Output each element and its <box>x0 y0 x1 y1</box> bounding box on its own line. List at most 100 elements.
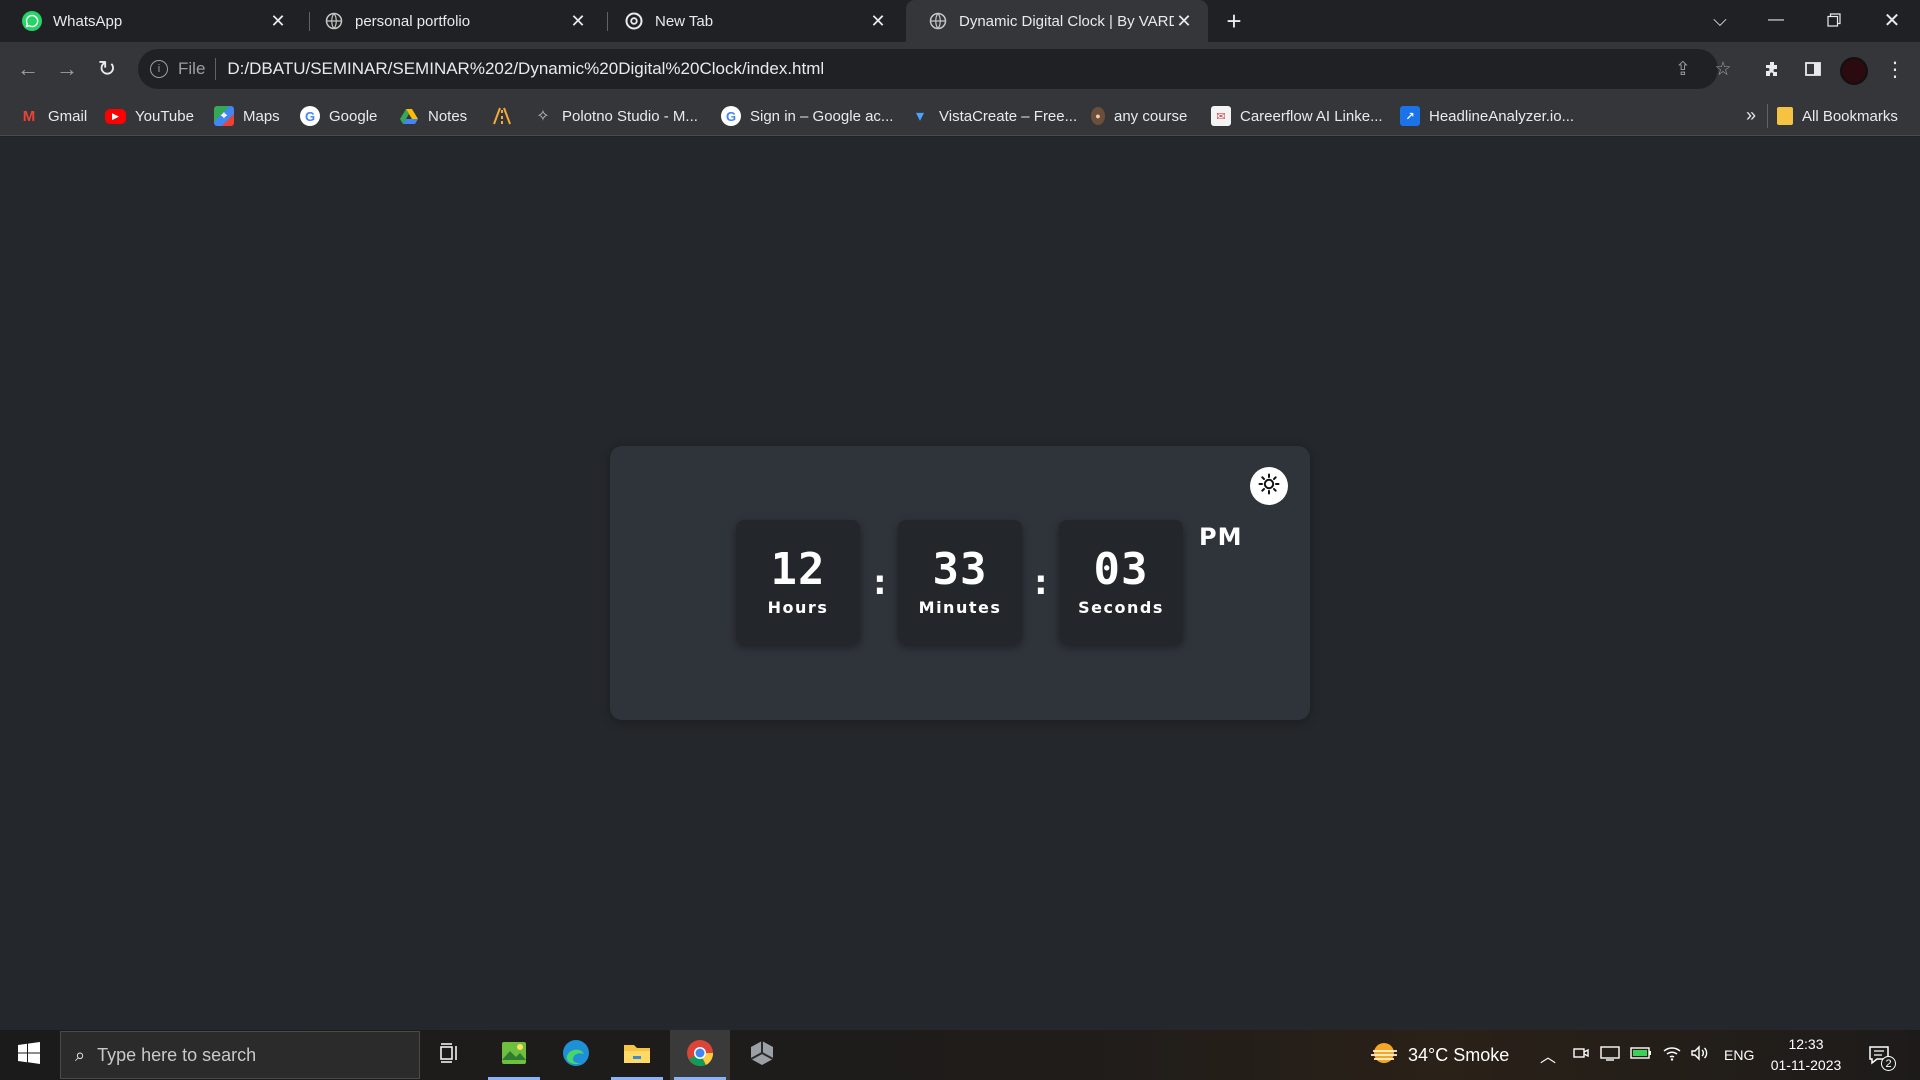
tab-title: New Tab <box>655 12 714 30</box>
bookmark-star-icon[interactable]: ☆ <box>1708 54 1738 84</box>
minutes-value: 33 <box>932 544 988 595</box>
folder-icon <box>1777 107 1793 125</box>
bookmark-label: Polotno Studio - M... <box>562 107 698 125</box>
bookmark-google[interactable]: G Google <box>300 96 377 136</box>
headline-icon: ↗ <box>1400 106 1420 126</box>
weather-widget[interactable]: 34°C Smoke <box>1370 1030 1509 1080</box>
camera-icon <box>1572 1045 1590 1066</box>
reload-button[interactable]: ↻ <box>91 53 123 85</box>
photos-icon <box>500 1040 528 1071</box>
seconds-value: 03 <box>1093 544 1149 595</box>
info-icon[interactable]: i <box>150 60 168 78</box>
tab-whatsapp[interactable]: WhatsApp ✕ <box>0 0 302 42</box>
task-view-button[interactable] <box>420 1030 480 1080</box>
tray-wifi[interactable] <box>1662 1030 1682 1080</box>
back-button[interactable]: ← <box>12 53 44 85</box>
bookmark-label: HeadlineAnalyzer.io... <box>1429 107 1575 125</box>
taskbar-date: 01-11-2023 <box>1770 1057 1842 1073</box>
bookmark-label: Sign in – Google ac... <box>750 107 894 125</box>
share-icon[interactable]: ⇪ <box>1668 54 1698 84</box>
task-view-icon <box>439 1042 461 1068</box>
drive-icon <box>399 106 419 126</box>
close-tab-icon[interactable]: ✕ <box>568 11 588 31</box>
minutes-label: Minutes <box>918 598 1002 617</box>
bookmark-maps[interactable]: ⌖ Maps <box>214 96 280 136</box>
speaker-icon <box>1690 1044 1710 1066</box>
close-window-button[interactable]: ✕ <box>1864 0 1920 40</box>
notification-center-button[interactable]: 2 <box>1868 1030 1896 1080</box>
side-panel-icon[interactable] <box>1798 54 1828 84</box>
tray-meet-now[interactable] <box>1572 1030 1590 1080</box>
bookmark-youtube[interactable]: ▶ YouTube <box>105 96 194 136</box>
weather-text: 34°C Smoke <box>1408 1044 1510 1065</box>
profile-avatar[interactable] <box>1840 57 1868 85</box>
theme-toggle-button[interactable] <box>1250 467 1288 505</box>
bookmarks-divider <box>1767 104 1768 128</box>
bookmark-headlineanalyzer[interactable]: ↗ HeadlineAnalyzer.io... <box>1400 96 1574 136</box>
forward-button[interactable]: → <box>51 53 83 85</box>
tab-dynamic-digital-clock[interactable]: Dynamic Digital Clock | By VARD ✕ <box>906 0 1208 42</box>
bookmark-label: Gmail <box>48 107 88 125</box>
tray-display[interactable] <box>1600 1030 1620 1080</box>
tray-volume[interactable] <box>1690 1030 1710 1080</box>
bookmark-sign-in-google[interactable]: G Sign in – Google ac... <box>721 96 893 136</box>
person-icon: ● <box>1091 107 1105 125</box>
careerflow-icon: ✉ <box>1211 106 1231 126</box>
close-tab-icon[interactable]: ✕ <box>868 11 888 31</box>
taskbar-search-box[interactable]: ⌕ Type here to search <box>60 1031 420 1079</box>
tab-new-tab[interactable]: New Tab ✕ <box>602 0 902 42</box>
close-tab-icon[interactable]: ✕ <box>1174 11 1194 31</box>
am-pm-indicator: PM <box>1199 523 1243 551</box>
menu-icon[interactable]: ⋮ <box>1880 54 1910 84</box>
chrome-icon <box>685 1038 715 1073</box>
taskbar-app-file-explorer[interactable] <box>607 1030 667 1080</box>
windows-taskbar: ⌕ Type here to search 34°C Smoke ︿ ENG 1… <box>0 1030 1920 1080</box>
tab-search-icon[interactable]: ⌵ <box>1692 0 1748 40</box>
bookmark-label: Careerflow AI Linke... <box>1240 107 1383 125</box>
bookmark-road[interactable] <box>492 96 521 136</box>
browser-toolbar: ← → ↻ i File D:/DBATU/SEMINAR/SEMINAR%20… <box>0 42 1920 96</box>
extensions-icon[interactable] <box>1758 54 1788 84</box>
bookmark-careerflow[interactable]: ✉ Careerflow AI Linke... <box>1211 96 1383 136</box>
show-hidden-icons-button[interactable]: ︿ <box>1540 1030 1556 1080</box>
taskbar-app-edge[interactable] <box>546 1030 606 1080</box>
time-separator: : <box>1030 562 1052 603</box>
youtube-icon: ▶ <box>105 108 126 124</box>
display-icon <box>1600 1045 1620 1066</box>
google-icon: G <box>300 106 320 126</box>
bookmark-any-course[interactable]: ● any course <box>1091 96 1187 136</box>
minutes-box: 33 Minutes <box>898 520 1022 644</box>
chrome-icon <box>624 11 644 31</box>
seconds-label: Seconds <box>1078 598 1164 617</box>
taskbar-clock[interactable]: 12:33 01-11-2023 <box>1764 1034 1848 1076</box>
all-bookmarks-label: All Bookmarks <box>1802 107 1898 125</box>
tab-personal-portfolio[interactable]: personal portfolio ✕ <box>302 0 602 42</box>
restore-button[interactable] <box>1806 0 1862 40</box>
bookmarks-overflow-button[interactable]: » <box>1740 102 1762 128</box>
minimize-button[interactable]: — <box>1748 0 1804 40</box>
edge-icon <box>561 1038 591 1073</box>
bookmark-notes[interactable]: Notes <box>399 96 467 136</box>
globe-icon <box>928 11 948 31</box>
taskbar-app-photos[interactable] <box>484 1030 544 1080</box>
tray-battery[interactable] <box>1630 1030 1652 1080</box>
bookmark-vistacreate[interactable]: ▾ VistaCreate – Free... <box>910 96 1077 136</box>
taskbar-app-chrome[interactable] <box>670 1030 730 1080</box>
battery-icon <box>1630 1046 1652 1065</box>
chevron-up-icon: ︿ <box>1540 1049 1557 1066</box>
taskbar-time: 12:33 <box>1788 1036 1824 1052</box>
notification-icon: 2 <box>1868 1043 1896 1071</box>
start-button[interactable] <box>0 1030 58 1080</box>
google-icon: G <box>721 106 741 126</box>
hours-box: 12 Hours <box>736 520 860 644</box>
all-bookmarks[interactable]: All Bookmarks <box>1777 96 1898 136</box>
bookmark-polotno[interactable]: ✧ Polotno Studio - M... <box>533 96 698 136</box>
close-tab-icon[interactable]: ✕ <box>268 11 288 31</box>
new-tab-button[interactable]: + <box>1219 6 1249 36</box>
address-bar[interactable]: i File D:/DBATU/SEMINAR/SEMINAR%202/Dyna… <box>138 49 1732 89</box>
url-text[interactable]: D:/DBATU/SEMINAR/SEMINAR%202/Dynamic%20D… <box>227 59 824 79</box>
bookmark-gmail[interactable]: M Gmail <box>19 96 87 136</box>
language-indicator[interactable]: ENG <box>1724 1030 1754 1080</box>
taskbar-app-unity[interactable] <box>732 1030 792 1080</box>
gmail-icon: M <box>22 107 36 125</box>
